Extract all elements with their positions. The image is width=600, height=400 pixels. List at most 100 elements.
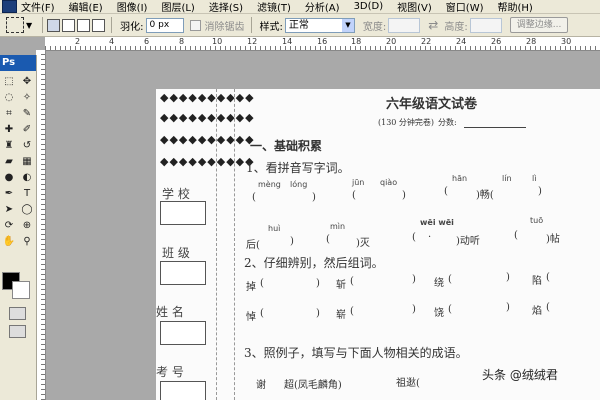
chevron-down-icon[interactable]: ▼ [26, 21, 32, 30]
document-canvas[interactable]: ◆◆◆◆◆◆◆◆◆◆ ◆◆◆◆◆◆◆◆◆◆ ◆◆◆◆◆◆◆◆◆◆ ◆◆◆◆◆◆◆… [156, 89, 600, 400]
marquee-tool-icon[interactable]: ⬚ [1, 75, 17, 89]
blank-paren: ) [506, 302, 510, 313]
section-heading: 一、基础积累 [250, 139, 323, 153]
style-label: 样式: [259, 21, 283, 33]
exam-number-box [160, 381, 206, 400]
eraser-tool-icon[interactable]: ▰ [1, 155, 17, 169]
lasso-tool-icon[interactable]: ◌ [1, 91, 17, 105]
height-input[interactable] [469, 17, 502, 33]
blank-paren: ( [252, 192, 256, 203]
gradient-tool-icon[interactable]: ▦ [19, 155, 35, 169]
word-char: 绕 [434, 278, 444, 289]
blank-paren: ( [412, 232, 416, 243]
pinyin: tuō [530, 216, 544, 225]
clone-stamp-icon[interactable]: ♜ [1, 139, 17, 153]
school-box [160, 201, 206, 225]
pinyin: hān [452, 174, 468, 183]
menu-edit[interactable]: 编辑(E) [69, 0, 103, 14]
marquee-tool-preset-icon[interactable] [6, 17, 24, 33]
ruler-label: 16 [317, 37, 328, 46]
word-char: 悼 [246, 312, 256, 323]
q3-person: 祖逖( [396, 378, 420, 389]
crop-tool-icon[interactable]: ⌗ [1, 107, 17, 121]
menu-select[interactable]: 选择(S) [209, 0, 243, 14]
menu-filter[interactable]: 滤镜(T) [257, 0, 291, 14]
ruler-label: 6 [144, 37, 150, 46]
feather-input[interactable]: 0 px [145, 17, 184, 33]
exam-number-label: 考 号 [156, 365, 184, 379]
eyedropper-icon[interactable]: ✎ [19, 107, 35, 121]
blur-tool-icon[interactable]: ● [1, 171, 17, 185]
background-color-swatch[interactable] [12, 281, 30, 299]
exam-title: 六年级语文试卷 [386, 97, 478, 112]
width-label: 宽度: [362, 21, 387, 33]
row2-text: 后( [246, 240, 260, 251]
blank-paren: ( [448, 274, 452, 285]
magic-wand-icon[interactable]: ✧ [19, 91, 35, 105]
ruler-label: 4 [109, 37, 115, 46]
options-bar: ▼ 羽化: 0 px 消除锯齿 样式: 正常 ▼ 宽度: ⇄ 高度: 调整边缘.… [0, 14, 600, 37]
menu-help[interactable]: 帮助(H) [498, 0, 533, 14]
width-input[interactable] [388, 17, 421, 33]
ruler-label: 10 [212, 37, 223, 46]
screen-mode-button[interactable] [9, 325, 26, 338]
tool-grid: ⬚ ✥ ◌ ✧ ⌗ ✎ ✚ ✐ ♜ ↺ ▰ ▦ ● ◐ ✒ T ➤ ◯ ⟳ ⊕ … [0, 71, 36, 253]
healing-brush-icon[interactable]: ✚ [1, 123, 17, 137]
blank-dot: · [428, 232, 432, 243]
watermark: 头条 @绒绒君 [482, 366, 558, 383]
score-line [464, 127, 526, 128]
add-selection-button[interactable] [62, 18, 76, 32]
type-tool-icon[interactable]: T [19, 187, 35, 201]
swap-dimensions-icon[interactable]: ⇄ [428, 18, 438, 32]
quick-mask-button[interactable] [9, 307, 26, 320]
divider [111, 17, 113, 33]
blank-paren: ( [514, 230, 518, 241]
blank-paren: ( [352, 190, 356, 201]
hand-tool-icon[interactable]: ✋ [1, 235, 17, 249]
style-select[interactable]: 正常 ▼ [284, 17, 355, 33]
ruler-label: 26 [491, 37, 502, 46]
menu-3d[interactable]: 3D(D) [354, 1, 384, 12]
pinyin: huì [268, 224, 281, 233]
ruler-label: 24 [456, 37, 467, 46]
feather-label: 羽化: [120, 21, 144, 33]
ruler-label: 30 [561, 37, 572, 46]
brush-tool-icon[interactable]: ✐ [19, 123, 35, 137]
vertical-ruler [36, 50, 46, 400]
dodge-tool-icon[interactable]: ◐ [19, 171, 35, 185]
class-box [160, 261, 206, 285]
toolbox: Ps ⬚ ✥ ◌ ✧ ⌗ ✎ ✚ ✐ ♜ ↺ ▰ ▦ ● ◐ ✒ T ➤ ◯ ⟳… [0, 55, 37, 400]
blank-paren: ) [538, 186, 542, 197]
name-label: 姓 名 [156, 305, 184, 319]
menu-analysis[interactable]: 分析(A) [305, 0, 340, 14]
q3-example: 超(凤毛麟角) [284, 380, 342, 391]
menu-file[interactable]: 文件(F) [21, 0, 55, 14]
question-1: 1、看拼音写字词。 [246, 161, 350, 175]
ps-logo: Ps [0, 55, 36, 71]
menu-view[interactable]: 视图(V) [397, 0, 432, 14]
subtract-selection-button[interactable] [77, 18, 91, 32]
word-char: 斩 [336, 280, 346, 291]
menu-bar: 文件(F) 编辑(E) 图像(I) 图层(L) 选择(S) 滤镜(T) 分析(A… [0, 0, 600, 14]
menu-layer[interactable]: 图层(L) [161, 0, 194, 14]
menu-image[interactable]: 图像(I) [117, 0, 148, 14]
intersect-selection-button[interactable] [92, 18, 106, 32]
menu-window[interactable]: 窗口(W) [446, 0, 484, 14]
path-selection-icon[interactable]: ➤ [1, 203, 17, 217]
zoom-tool-icon[interactable]: ⚲ [19, 235, 35, 249]
pinyin: jūn [352, 178, 365, 187]
word-char: 崭 [336, 310, 346, 321]
shape-tool-icon[interactable]: ◯ [19, 203, 35, 217]
blank-paren: ) [506, 272, 510, 283]
blank-paren: ( [444, 186, 448, 197]
pen-tool-icon[interactable]: ✒ [1, 187, 17, 201]
antialias-checkbox[interactable] [189, 19, 201, 31]
new-selection-button[interactable] [47, 18, 61, 32]
decorative-border: ◆◆◆◆◆◆◆◆◆◆ [160, 155, 255, 168]
3d-orbit-icon[interactable]: ⊕ [19, 219, 35, 233]
3d-rotate-icon[interactable]: ⟳ [1, 219, 17, 233]
move-tool-icon[interactable]: ✥ [19, 75, 35, 89]
history-brush-icon[interactable]: ↺ [19, 139, 35, 153]
ruler-label: 14 [282, 37, 293, 46]
refine-edge-button[interactable]: 调整边缘... [509, 17, 569, 33]
